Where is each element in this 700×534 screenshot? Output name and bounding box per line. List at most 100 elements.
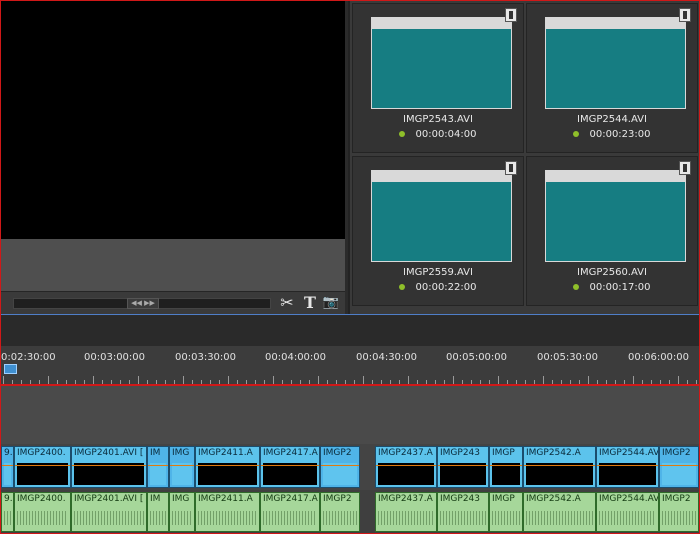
clip-label: IM [150,448,161,458]
media-tile[interactable]: IMGP2560.AVI 00:00:17:00 [526,156,698,306]
ruler-tick [183,376,184,384]
ruler-tick [633,376,634,384]
media-tile[interactable]: IMGP2559.AVI 00:00:22:00 [352,156,524,306]
audio-waveform [263,511,317,525]
clip-frames [526,463,593,485]
clip-label: IMGP2 [662,448,691,458]
timeline-ruler[interactable]: 0:02:30:00 00:03:00:00 00:03:30:00 00:04… [1,346,699,386]
clip-frames [662,463,696,485]
clip-duration: 00:00:23:00 [527,129,697,140]
audio-waveform [492,511,520,525]
clip-label: IMGP2544.AV [599,494,659,504]
status-dot-icon [573,131,580,137]
audio-clip[interactable]: IMGP2542.A [523,492,596,532]
overlay-track[interactable] [1,386,699,444]
timecode-label: 00:04:00:00 [265,352,327,363]
clip-label: IMG [172,448,190,458]
ruler-tick [408,376,409,384]
duration-text: 00:00:22:00 [415,282,477,293]
clip-label: IMGP2400. [17,494,66,504]
volume-line [148,465,168,466]
clip-label: IMG [172,494,190,504]
clip-frames [492,463,520,485]
audio-clip[interactable]: IMGP2417.A [260,492,320,532]
clip-frames [4,463,11,485]
clip-frames [150,463,166,485]
preview-scrubber[interactable]: ◀◀ ▶▶ [13,298,271,309]
audio-clip[interactable]: IMGP2401.AVI [ [71,492,147,532]
clip-label: IMGP2417.A [263,494,318,504]
audio-clip[interactable]: IMGP2544.AV [596,492,659,532]
ruler-tick [273,376,274,384]
video-preview[interactable] [1,1,345,239]
video-clip[interactable]: IMGP2542.A [523,446,596,488]
status-dot-icon [573,284,580,290]
audio-clip[interactable]: IMGP2 [659,492,699,532]
audio-clip[interactable]: IMGP [489,492,523,532]
media-tile[interactable]: IMGP2543.AVI 00:00:04:00 [352,3,524,153]
clip-name: IMGP2544.AVI [577,114,647,125]
scissors-icon[interactable]: ✂ [277,293,297,313]
timecode-label: 00:05:00:00 [446,352,508,363]
film-icon [505,161,517,175]
audio-waveform [599,511,656,525]
video-clip[interactable]: IMGP2 [320,446,360,488]
timecode-label: 0:02:30:00 [1,352,56,363]
video-clip[interactable]: 9. [1,446,14,488]
volume-line [597,465,658,466]
ruler-tick [93,376,94,384]
volume-line [376,465,436,466]
clip-label: IMGP2417.A [263,448,318,458]
audio-clip[interactable]: IMG [169,492,195,532]
volume-line [261,465,319,466]
audio-clip[interactable]: IMGP2411.A [195,492,260,532]
audio-clip[interactable]: IMGP2400. [14,492,71,532]
clip-thumbnail [371,170,512,262]
audio-clip[interactable]: 9. [1,492,14,532]
scrub-handle[interactable]: ◀◀ ▶▶ [127,298,159,309]
ruler-tick [3,376,4,384]
video-track[interactable]: 9. IMGP2400. IMGP2401.AVI [IM IMG IMGP2411.A… [1,444,699,490]
clip-label: IMGP [492,494,515,504]
ruler-tick [453,376,454,384]
playhead-marker[interactable] [4,364,17,374]
clip-label: IM [150,494,161,504]
clip-thumbnail [371,17,512,109]
clip-label: IMGP2542.A [526,494,581,504]
video-clip[interactable]: IMGP2544.AV [596,446,659,488]
audio-track[interactable]: 9. IMGP2400. IMGP2401.AVI [IM IMG IMGP2411.A… [1,490,699,534]
video-clip[interactable]: IMGP2437.A [375,446,437,488]
clip-name: IMGP2559.AVI [403,267,473,278]
video-clip[interactable]: IMG [169,446,195,488]
preview-footer [1,239,345,291]
status-dot-icon [399,131,406,137]
media-tile[interactable]: IMGP2544.AVI 00:00:23:00 [526,3,698,153]
video-clip[interactable]: IMGP2411.A [195,446,260,488]
audio-waveform [440,511,486,525]
ruler-tick [363,376,364,384]
video-clip[interactable]: IM [147,446,169,488]
volume-line [321,465,359,466]
camera-icon[interactable]: 📷 [321,293,341,313]
video-clip[interactable]: IMGP2 [659,446,699,488]
video-clip[interactable]: IMGP2401.AVI [ [71,446,147,488]
audio-clip[interactable]: IMGP2437.A [375,492,437,532]
video-clip[interactable]: IMGP2417.A [260,446,320,488]
clip-frames [323,463,357,485]
title-icon[interactable]: T [300,293,320,313]
clip-label: IMGP2400. [17,448,66,458]
video-clip[interactable]: IMGP2400. [14,446,71,488]
clip-label: IMGP2411.A [198,494,253,504]
audio-clip[interactable]: IMGP243 [437,492,489,532]
volume-line [2,465,13,466]
clip-duration: 00:00:17:00 [527,282,697,293]
volume-line [170,465,194,466]
ruler-tick [498,376,499,384]
audio-waveform [662,511,696,525]
video-clip[interactable]: IMGP243 [437,446,489,488]
media-bin: IMGP2543.AVI 00:00:04:00 IMGP2544.AVI 00… [348,1,700,314]
audio-clip[interactable]: IM [147,492,169,532]
volume-line [660,465,698,466]
video-clip[interactable]: IMGP [489,446,523,488]
audio-clip[interactable]: IMGP2 [320,492,360,532]
